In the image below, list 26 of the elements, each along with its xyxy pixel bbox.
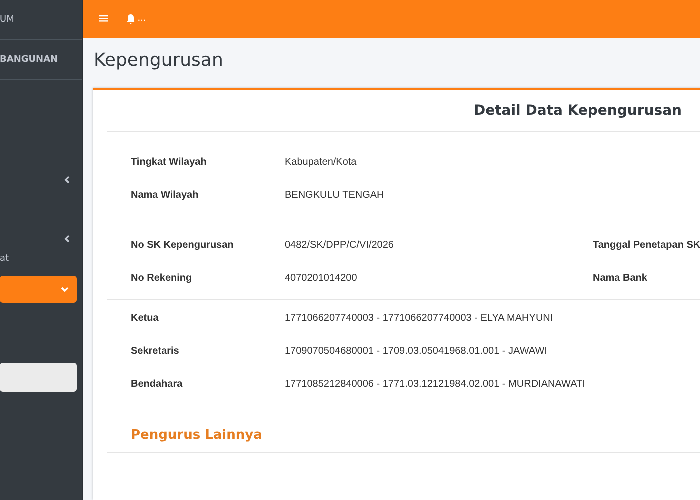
field-label: No Rekening	[131, 273, 194, 284]
field-label: Nama Wilayah	[131, 190, 200, 201]
field-value: 1771085212840006 - 1771.03.12121984.02.001 - MURDIANAWATI	[285, 379, 586, 390]
search-field[interactable]	[0, 363, 77, 392]
field-value: BENGKULU TENGAH	[285, 190, 386, 201]
field-value: 0482/SK/DPP/C/VI/2026	[285, 240, 395, 251]
sidebar-item[interactable]: at	[0, 254, 10, 264]
field-label: Ketua	[131, 313, 160, 324]
chevron-down-icon	[61, 286, 69, 292]
sidebar-item[interactable]: BANGUNAN	[0, 54, 58, 64]
chevron-left-icon[interactable]	[64, 234, 70, 242]
sidebar-item[interactable]: UM	[0, 14, 14, 24]
field-label: Bendahara	[131, 379, 184, 390]
field-value: 1709070504680001 - 1709.03.05041968.01.001 - JAWAWI	[285, 346, 548, 357]
field-value: Kabupaten/Kota	[285, 157, 358, 168]
section-title: Pengurus Lainnya	[131, 428, 262, 442]
field-label: No SK Kepengurusan	[131, 240, 235, 251]
bell-icon[interactable]	[126, 14, 136, 24]
chevron-left-icon[interactable]	[64, 176, 70, 184]
field-label: Nama Bank	[593, 273, 648, 284]
field-value: 1771066207740003 - 1771066207740003 - ELYA MAHYUNI	[285, 313, 554, 324]
card-title: Detail Data Kepengurusan	[474, 102, 682, 118]
field-value: 4070201014200	[285, 273, 358, 284]
page-title: Kepengurusan	[94, 50, 224, 73]
field-label: Tingkat Wilayah	[131, 157, 208, 168]
field-label: Sekretaris	[131, 346, 180, 357]
